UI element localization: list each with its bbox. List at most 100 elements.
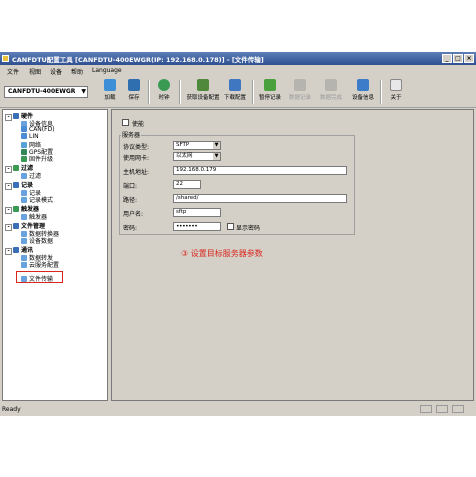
show-password-label: 显示密码 xyxy=(236,225,261,232)
nic-label: 使用网卡: xyxy=(123,155,150,162)
folder-open-icon xyxy=(104,79,116,91)
tree-item-trigger[interactable]: 触发器 xyxy=(21,212,47,221)
trigger-group-icon xyxy=(13,206,19,212)
selection-highlight-box xyxy=(16,271,63,283)
title-bar: CANFDTU配置工具 [CANFDTU-400EWGR(IP: 192.168… xyxy=(0,52,476,65)
device-info-button[interactable]: 设备信息 xyxy=(348,78,378,106)
filter-icon xyxy=(13,165,19,171)
record-group-icon xyxy=(13,182,19,188)
host-label: 主机地址: xyxy=(123,169,150,176)
tree-item-lin[interactable]: LIN xyxy=(21,133,39,140)
download-config-button[interactable]: 下载配置 xyxy=(220,78,250,106)
username-label: 用户名: xyxy=(123,211,144,218)
port-label: 端口: xyxy=(123,183,138,190)
lin-icon xyxy=(21,133,27,139)
save-button[interactable]: 保存 xyxy=(119,78,149,106)
device-info-button-label: 设备信息 xyxy=(351,95,374,101)
info-icon xyxy=(357,79,369,91)
file-management-icon xyxy=(13,223,19,229)
menu-view[interactable]: 视图 xyxy=(29,67,41,76)
download-config-button-label: 下载配置 xyxy=(223,95,246,101)
filter-item-icon xyxy=(21,173,27,179)
status-pane xyxy=(452,405,464,413)
nic-select[interactable]: 以太网 ▼ xyxy=(173,152,221,161)
status-text: Ready xyxy=(2,406,21,413)
device-select[interactable]: CANFDTU-400EWGR ▼ xyxy=(4,86,88,98)
data-done-button-label: 数据完成 xyxy=(319,95,342,101)
communication-icon xyxy=(13,247,19,253)
tree-item-filter[interactable]: 过滤 xyxy=(21,171,41,180)
app-icon xyxy=(2,55,9,62)
save-button-label: 保存 xyxy=(128,95,140,101)
server-groupbox xyxy=(119,135,355,235)
tree-item-firmware[interactable]: 固件升级 xyxy=(21,154,53,163)
device-select-value: CANFDTU-400EWGR xyxy=(8,88,76,95)
record-icon xyxy=(294,79,306,91)
toolbar: CANFDTU-400EWGR ▼ 加载 保存 时钟 获取设备配置 下载配置 暂 xyxy=(0,77,476,108)
menu-language[interactable]: Language xyxy=(92,67,122,74)
about-button[interactable]: 关于 xyxy=(381,78,411,106)
get-config-button-label: 获取设备配置 xyxy=(186,95,220,101)
menu-device[interactable]: 设备 xyxy=(50,67,62,76)
chevron-down-icon: ▼ xyxy=(213,153,220,160)
clock-icon xyxy=(158,79,170,91)
enable-label: 使能 xyxy=(132,121,145,128)
file-transfer-panel: 使能 服务器 协议类型: SFTP ▼ 使用网卡: 以太网 ▼ 主机地址: 19… xyxy=(111,109,474,401)
username-input[interactable]: sftp xyxy=(173,208,221,217)
tree-item-device-data[interactable]: 设备数据 xyxy=(21,236,53,245)
firmware-icon xyxy=(21,156,27,162)
window-title: CANFDTU配置工具 [CANFDTU-400EWGR(IP: 192.168… xyxy=(12,56,264,64)
toolbar-separator xyxy=(179,80,181,104)
chevron-down-icon: ▼ xyxy=(81,88,86,95)
record-done-icon xyxy=(325,79,337,91)
can-icon xyxy=(21,126,27,132)
status-pane xyxy=(420,405,432,413)
toolbar-separator xyxy=(252,80,254,104)
host-input[interactable]: 192.168.0.179 xyxy=(173,166,347,175)
data-record-button-label: 数据记录 xyxy=(288,95,311,101)
menu-bar: 文件 视图 设备 帮助 Language xyxy=(0,66,476,76)
protocol-select[interactable]: SFTP ▼ xyxy=(173,141,221,150)
data-record-button[interactable]: 数据记录 xyxy=(285,78,315,106)
trigger-item-icon xyxy=(21,214,27,220)
status-pane xyxy=(436,405,448,413)
get-config-button[interactable]: 获取设备配置 xyxy=(184,78,222,106)
about-icon xyxy=(390,79,402,91)
path-input[interactable]: /shared/ xyxy=(173,194,347,203)
path-label: 路径: xyxy=(123,197,138,204)
password-label: 密码: xyxy=(123,225,138,232)
clock-button[interactable]: 时钟 xyxy=(149,78,179,106)
pause-record-button-label: 暂停记录 xyxy=(258,95,281,101)
device-data-icon xyxy=(21,238,27,244)
save-icon xyxy=(128,79,140,91)
close-button[interactable]: × xyxy=(464,54,474,63)
clock-button-label: 时钟 xyxy=(158,95,170,101)
record-mode-icon xyxy=(21,197,27,203)
server-group-label: 服务器 xyxy=(121,130,142,139)
tree-item-cloud-config[interactable]: 云服务配置 xyxy=(21,260,59,269)
download-config-icon xyxy=(197,79,209,91)
show-password-checkbox[interactable] xyxy=(227,223,234,230)
chevron-down-icon: ▼ xyxy=(213,142,220,149)
menu-help[interactable]: 帮助 xyxy=(71,67,83,76)
nic-value: 以太网 xyxy=(176,153,193,159)
port-input[interactable]: 22 xyxy=(173,180,201,189)
protocol-value: SFTP xyxy=(176,142,190,148)
tree-item-canfd[interactable]: CAN(FD) xyxy=(21,126,55,133)
enable-checkbox[interactable] xyxy=(122,119,129,126)
data-done-button[interactable]: 数据完成 xyxy=(316,78,346,106)
password-input[interactable]: ••••••• xyxy=(173,222,221,231)
minimize-button[interactable]: _ xyxy=(442,54,452,63)
tree-item-record-mode[interactable]: 记录模式 xyxy=(21,195,53,204)
pause-record-button[interactable]: 暂停记录 xyxy=(255,78,285,106)
menu-file[interactable]: 文件 xyxy=(7,67,19,76)
annotation-caption: ③ 设置目标服务器参数 xyxy=(181,249,263,258)
navigation-tree: - 硬件 设备信息 CAN(FD) LIN 网络 GPS配置 固件升级 - 过滤 过… xyxy=(2,109,108,401)
protocol-label: 协议类型: xyxy=(123,144,150,151)
app-window: CANFDTU配置工具 [CANFDTU-400EWGR(IP: 192.168… xyxy=(0,52,476,416)
status-bar: Ready xyxy=(0,404,476,415)
about-button-label: 关于 xyxy=(390,95,402,101)
maximize-button[interactable]: □ xyxy=(453,54,463,63)
upload-config-icon xyxy=(229,79,241,91)
cloud-icon xyxy=(21,262,27,268)
